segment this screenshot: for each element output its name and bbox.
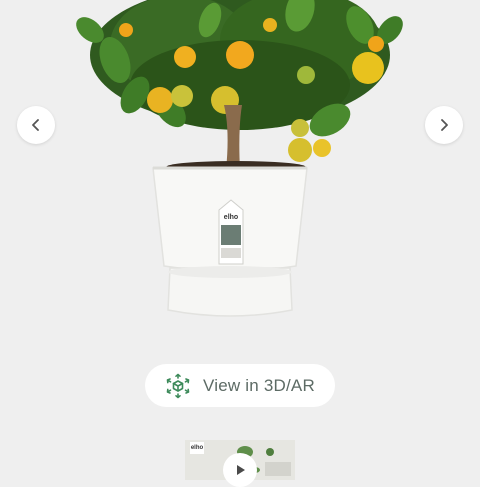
elho-logo: elho bbox=[190, 442, 204, 454]
carousel-next-button[interactable] bbox=[425, 106, 463, 144]
product-gallery: elho View in 3D/AR elho bbox=[0, 0, 480, 487]
chevron-right-icon bbox=[441, 119, 448, 131]
view-in-3d-ar-button[interactable]: View in 3D/AR bbox=[145, 364, 335, 407]
chevron-left-icon bbox=[32, 119, 39, 131]
product-image: elho bbox=[76, 0, 403, 317]
video-play-button[interactable] bbox=[223, 453, 257, 487]
pot-label-brand: elho bbox=[224, 214, 238, 221]
carousel-prev-button[interactable] bbox=[17, 106, 55, 144]
play-icon bbox=[237, 465, 245, 475]
cube-3d-ar-icon bbox=[165, 373, 191, 399]
view-in-3d-ar-label: View in 3D/AR bbox=[203, 375, 315, 395]
